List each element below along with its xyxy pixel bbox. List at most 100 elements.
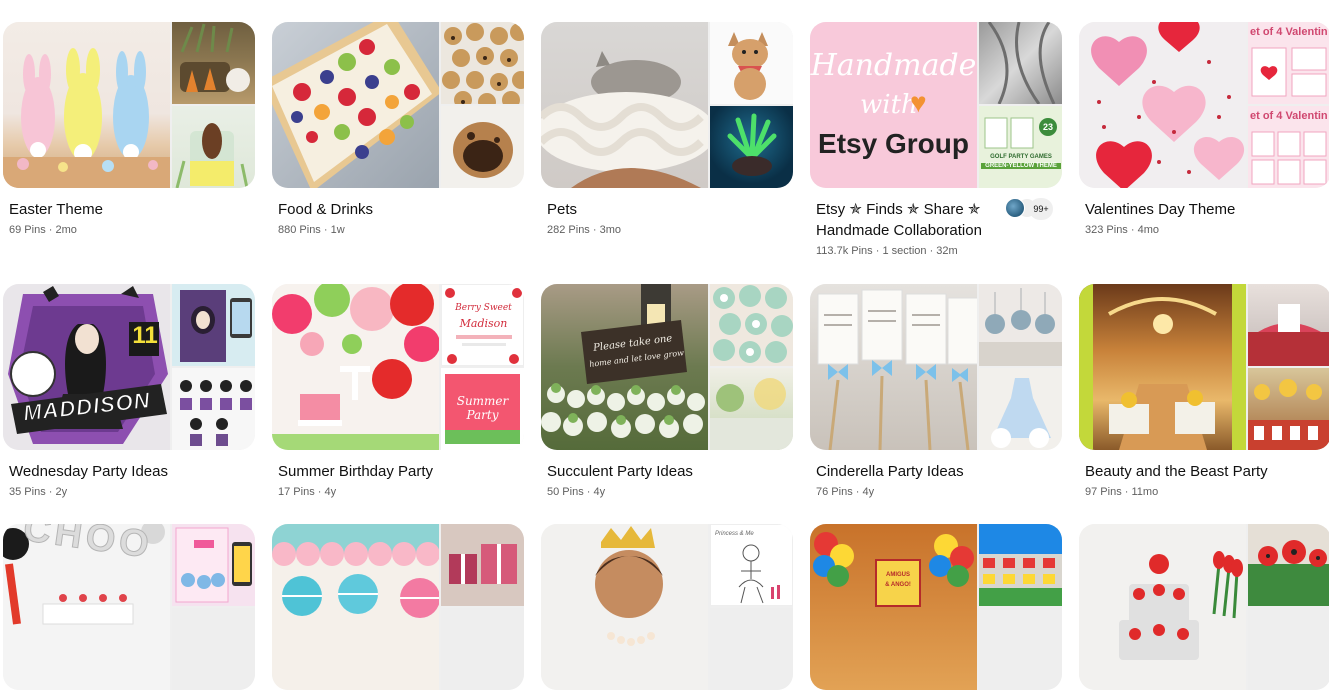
gift-boxes-illustration	[449, 544, 517, 584]
heart-balloons-illustration	[1091, 22, 1245, 188]
cover-image-chocolate-bunny-jar	[172, 106, 255, 188]
cinderella-favors-illustration	[817, 289, 977, 450]
board-title[interactable]: Etsy ✯ Finds ✯ Share ✯ Handmade Collabora…	[816, 199, 1006, 241]
cover-image-stuffed-cookie	[441, 106, 524, 188]
board-title[interactable]: Cinderella Party Ideas	[816, 461, 1016, 482]
board-cover-collage[interactable]	[541, 22, 793, 188]
cover-image-cookie-bites	[441, 22, 524, 104]
knit-fabric-illustration	[987, 22, 1056, 104]
board-meta: 50 Pins · 4y	[547, 486, 606, 498]
ladybug-cake-illustration	[1119, 551, 1243, 660]
board-meta: 35 Pins · 2y	[9, 486, 68, 498]
board-cover-collage[interactable]: AMIGUS & ANGO!	[810, 524, 1062, 690]
cover-image-ballroom	[1079, 284, 1246, 450]
succulent-favors-illustration	[541, 284, 705, 438]
board-cover-collage[interactable]: Handmade with ♥ Etsy Group 23 GOLF PARTY…	[810, 22, 1062, 188]
board-title[interactable]: Easter Theme	[9, 199, 209, 220]
watermelon-party-illustration	[272, 284, 439, 450]
cover-image-heart-balloons	[1079, 22, 1246, 188]
bluey-invite-illustration	[175, 527, 252, 603]
cover-image-french-bulldog	[710, 22, 793, 104]
board-title[interactable]: Succulent Party Ideas	[547, 461, 747, 482]
board-meta: 880 Pins · 1w	[278, 224, 345, 236]
sign-line-2: & ANGO!	[885, 582, 911, 588]
board-cover-collage[interactable]	[810, 284, 1062, 450]
cat-bed-illustration	[541, 51, 708, 188]
cover-image-coloring-page: Princess & Me	[710, 524, 793, 606]
board-meta: 17 Pins · 4y	[278, 486, 337, 498]
cover-image-summer-party-invite: Summer Party	[441, 368, 524, 450]
cover-etsy-group-text: Etsy Group	[818, 128, 969, 159]
board-cover-collage[interactable]	[1079, 284, 1329, 450]
board-cover-collage[interactable]: et of 4 Valentin et of 4 Valentin	[1079, 22, 1329, 188]
cover-image-beast-party-table	[1248, 284, 1329, 366]
ballroom-illustration	[1079, 284, 1246, 450]
cover-image-valentin-set-bottom: et of 4 Valentin	[1248, 106, 1329, 188]
board-meta: 282 Pins · 3mo	[547, 224, 622, 236]
board-cover-collage[interactable]: Please take one home and let love grow	[541, 284, 793, 450]
board-cover-collage[interactable]: 11 MADDISON	[3, 284, 255, 450]
board-title[interactable]: Summer Birthday Party	[278, 461, 478, 482]
board-meta: 69 Pins · 2mo	[9, 224, 77, 236]
board-title[interactable]: Valentines Day Theme	[1085, 199, 1285, 220]
fruit-pizza-illustration	[272, 22, 439, 188]
collaborator-count: 99+	[1029, 198, 1053, 220]
board-meta: 113.7k Pins · 1 section · 32m	[816, 245, 958, 257]
cover-image-ladybug-table	[1248, 524, 1329, 606]
cover-image-wednesday-invite	[172, 284, 255, 366]
table-setting-illustration	[710, 378, 793, 450]
board-cover-collage[interactable]	[272, 22, 524, 188]
board-cover-collage[interactable]: CHOO	[3, 524, 255, 690]
cover-image-gift-boxes	[441, 524, 524, 606]
board-cover-collage[interactable]	[1079, 524, 1329, 690]
cover-image-succulent-cookies	[710, 284, 793, 366]
cover-image-bunnies	[3, 22, 170, 188]
cover-image-green-plant-bowl	[710, 106, 793, 188]
cover-image-ladybug-cake	[1079, 524, 1246, 690]
cover-image-fruit-pizza	[272, 22, 439, 188]
desserts-illustration	[1248, 379, 1329, 450]
balloons-illustration	[813, 532, 974, 607]
cover-image-choo-balloons: CHOO	[3, 524, 170, 690]
bunny-cutouts-illustration	[3, 48, 170, 188]
board-title[interactable]: Beauty and the Beast Party	[1085, 461, 1285, 482]
ballerina-drawing-illustration	[738, 544, 780, 604]
board-title[interactable]: Pets	[547, 199, 747, 220]
board-cover-collage[interactable]	[3, 22, 255, 188]
golf-theme-label: GREEN-YELLOW THEME	[981, 163, 1061, 169]
board-title[interactable]: Food & Drinks	[278, 199, 478, 220]
board-cover-collage[interactable]: Princess & Me	[541, 524, 793, 690]
board-cover-collage[interactable]: Berry Sweet Madison Summer Party	[272, 284, 524, 450]
heart-icon: ♥	[910, 87, 927, 118]
sign-line-1: AMIGUS	[886, 572, 910, 578]
glowing-plant-illustration	[727, 113, 777, 176]
cover-image-watermelon-party	[272, 284, 439, 450]
cover-image-lego-balloons: AMIGUS & ANGO!	[810, 524, 977, 690]
cake-pops-illustration	[979, 288, 1062, 366]
cover-image-bluey-invite	[172, 524, 255, 606]
board-cover-collage[interactable]	[272, 524, 524, 690]
strawberry-border-illustration	[445, 288, 522, 364]
cover-image-cupcake-toppers	[172, 368, 255, 450]
board-title[interactable]: Wednesday Party Ideas	[9, 461, 209, 482]
princess-baby-illustration	[595, 526, 663, 646]
invite-summer-text: Summer Party	[456, 394, 509, 422]
cover-image-succulent-table	[710, 368, 793, 450]
cover-image-party-extra	[441, 608, 524, 690]
ladybug-treats-illustration	[1248, 540, 1329, 606]
cookie-bites-illustration	[442, 23, 524, 104]
collaborator-avatars[interactable]: 99+	[1005, 198, 1055, 220]
cover-image-lego-extra	[979, 608, 1062, 690]
board-meta: 323 Pins · 4mo	[1085, 224, 1160, 236]
cover-image-grey-knit	[979, 22, 1062, 104]
lanterns-illustration	[272, 524, 439, 618]
cover-image-princess-baby	[541, 524, 708, 690]
lego-table-illustration	[979, 524, 1062, 606]
carrot-basket-illustration	[180, 23, 250, 92]
cover-image-ladybug-extra	[1248, 608, 1329, 690]
topper-number: 11	[132, 322, 158, 349]
cupcakes-illustration	[180, 380, 252, 446]
cover-image-cinderella-favors	[810, 284, 977, 450]
cover-image-carrots	[172, 22, 255, 104]
cover-image-lego-table	[979, 524, 1062, 606]
